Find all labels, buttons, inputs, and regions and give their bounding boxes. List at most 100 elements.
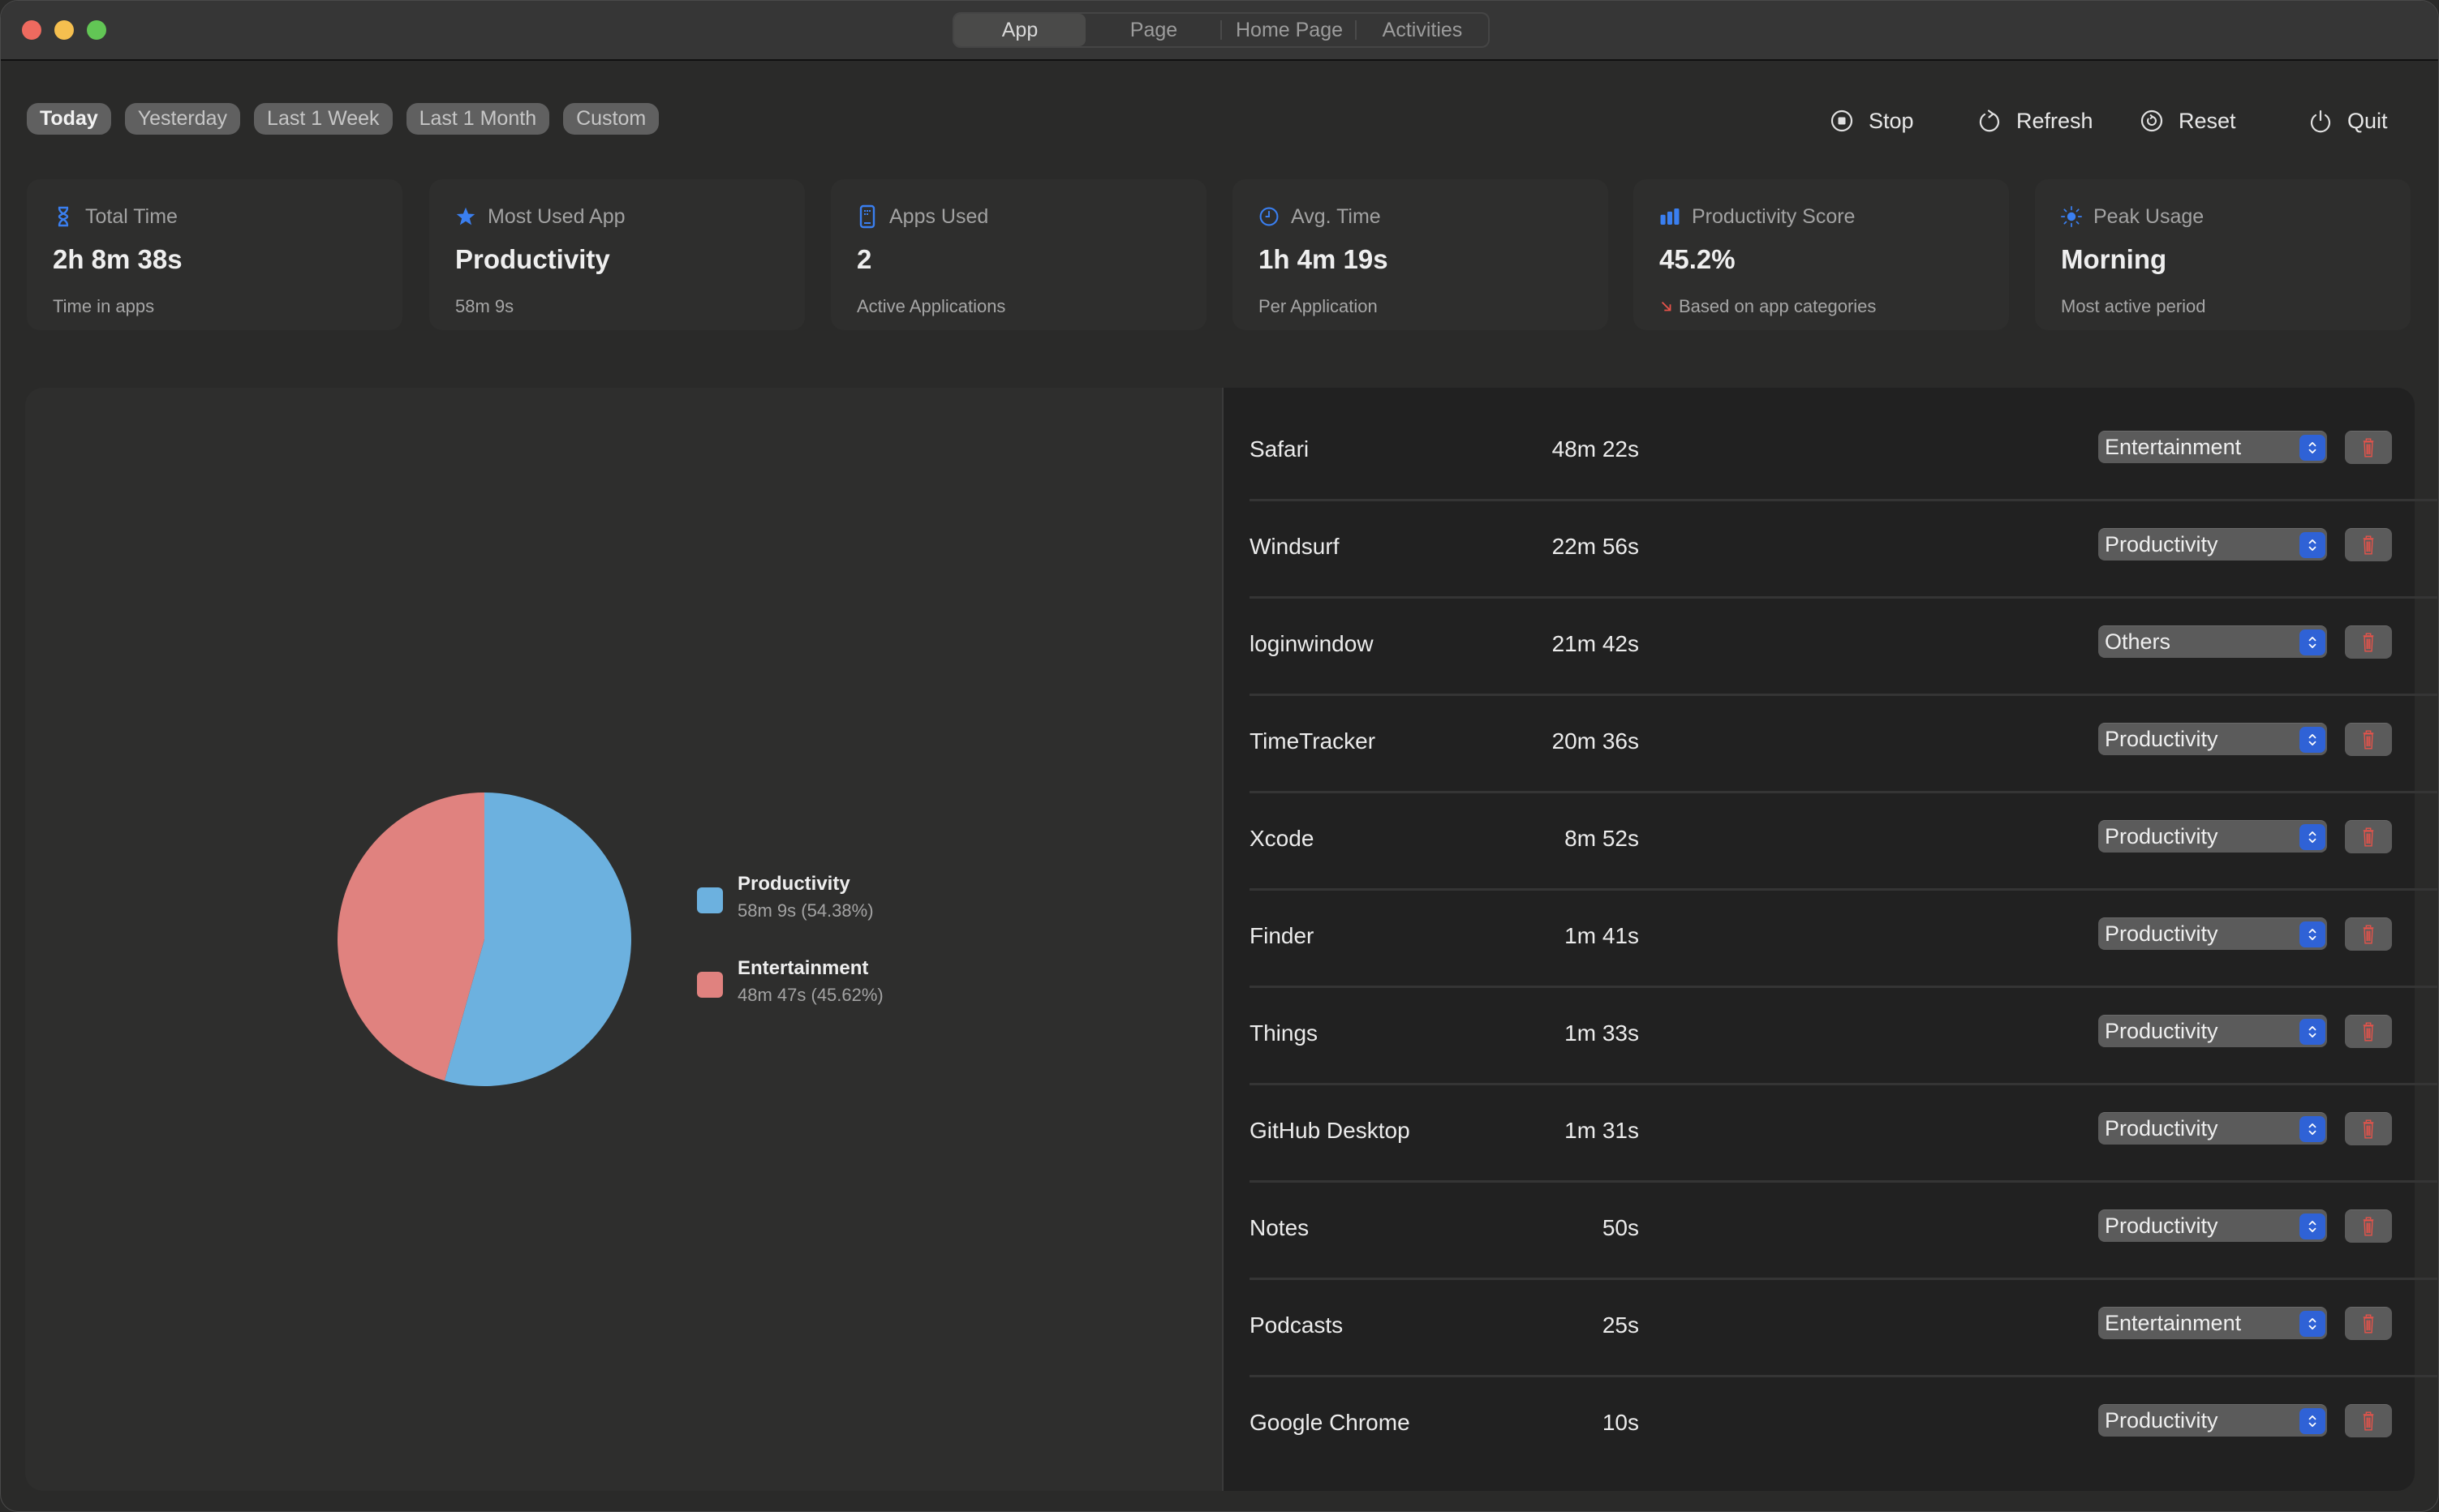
card-subtitle: Per Application	[1258, 296, 1378, 316]
category-value: Productivity	[2105, 1019, 2218, 1043]
trash-icon	[2363, 438, 2374, 457]
card-value: Productivity	[455, 244, 610, 274]
card-apps-used: Apps Used 2 Active Applications	[831, 179, 1207, 330]
delete-app-button[interactable]	[2345, 723, 2392, 756]
delete-app-button[interactable]	[2345, 1015, 2392, 1048]
card-subtitle: Time in apps	[53, 296, 155, 316]
delete-app-button[interactable]	[2345, 431, 2392, 464]
chevron-up-down-icon	[2299, 921, 2325, 947]
card-peak-usage: Peak Usage Morning Most active period	[2035, 179, 2411, 330]
filter-last-1-week[interactable]: Last 1 Week	[254, 103, 393, 135]
category-value: Productivity	[2105, 1213, 2218, 1238]
category-select[interactable]: Productivity	[2098, 723, 2327, 755]
app-time: 1m 33s	[1564, 1020, 1639, 1046]
tab-home-page-label: Home Page	[1235, 18, 1344, 41]
app-name: Finder	[1250, 923, 1314, 948]
category-select[interactable]: Entertainment	[2098, 431, 2327, 463]
minimize-window-button[interactable]	[54, 20, 74, 40]
category-value: Productivity	[2105, 727, 2218, 751]
card-most-used-app: Most Used App Productivity 58m 9s	[429, 179, 805, 330]
card-title: Apps Used	[889, 204, 989, 228]
quit-button[interactable]: Quit	[2308, 105, 2388, 137]
delete-app-button[interactable]	[2345, 1307, 2392, 1340]
category-pie-chart	[338, 793, 632, 1086]
card-value: Morning	[2061, 244, 2167, 274]
category-select[interactable]: Productivity	[2098, 1015, 2327, 1047]
app-name: Xcode	[1250, 826, 1314, 851]
refresh-label: Refresh	[2016, 108, 2093, 133]
category-select[interactable]: Entertainment	[2098, 1307, 2327, 1339]
app-row: Notes 50s Productivity	[1225, 1183, 2437, 1280]
app-row: loginwindow 21m 42s Others	[1225, 599, 2437, 696]
delete-app-button[interactable]	[2345, 1112, 2392, 1145]
category-select[interactable]: Productivity	[2098, 820, 2327, 853]
tab-activities[interactable]: Activities	[1357, 14, 1488, 46]
category-select[interactable]: Productivity	[2098, 1209, 2327, 1242]
app-row: Windsurf 22m 56s Productivity	[1225, 501, 2437, 599]
filter-custom[interactable]: Custom	[563, 103, 660, 135]
tab-app[interactable]: App	[954, 14, 1086, 46]
stop-label: Stop	[1869, 108, 1914, 133]
trash-icon	[2363, 730, 2374, 750]
delete-app-button[interactable]	[2345, 917, 2392, 951]
app-time: 48m 22s	[1551, 436, 1639, 462]
delete-app-button[interactable]	[2345, 528, 2392, 561]
star-icon	[456, 207, 475, 226]
sun-icon	[2061, 206, 2082, 227]
chevron-up-down-icon	[2299, 1311, 2325, 1337]
view-segmented-control: App Page Home Page Activities	[953, 12, 1490, 48]
delete-app-button[interactable]	[2345, 1404, 2392, 1437]
stop-button[interactable]: Stop	[1830, 105, 1914, 137]
filter-last-1-month[interactable]: Last 1 Month	[406, 103, 550, 135]
category-select[interactable]: Productivity	[2098, 917, 2327, 950]
legend-detail: 48m 47s (45.62%)	[738, 985, 884, 1005]
app-name: Google Chrome	[1250, 1410, 1410, 1435]
tab-home-page[interactable]: Home Page	[1222, 14, 1357, 46]
filter-today[interactable]: Today	[27, 103, 111, 135]
tab-app-label: App	[1001, 18, 1039, 41]
reset-button[interactable]: Reset	[2140, 105, 2236, 137]
category-value: Entertainment	[2105, 1311, 2242, 1335]
filter-yesterday[interactable]: Yesterday	[124, 103, 241, 135]
app-row: Finder 1m 41s Productivity	[1225, 891, 2437, 988]
maximize-window-button[interactable]	[87, 20, 106, 40]
app-time: 22m 56s	[1551, 534, 1639, 559]
legend-label: Productivity	[738, 873, 850, 895]
close-window-button[interactable]	[22, 20, 41, 40]
card-value: 1h 4m 19s	[1258, 244, 1388, 274]
trash-icon	[2363, 1217, 2374, 1236]
app-row: Things 1m 33s Productivity	[1225, 988, 2437, 1085]
delete-app-button[interactable]	[2345, 820, 2392, 853]
card-title: Total Time	[85, 204, 178, 228]
title-bar: App Page Home Page Activities	[1, 1, 2438, 61]
card-subtitle: Active Applications	[857, 296, 1006, 316]
delete-app-button[interactable]	[2345, 1209, 2392, 1243]
tab-page[interactable]: Page	[1086, 14, 1222, 46]
chart-legend: Productivity 58m 9s (54.38%) Entertainme…	[697, 873, 884, 1042]
legend-label: Entertainment	[738, 957, 869, 979]
chevron-up-down-icon	[2299, 1116, 2325, 1142]
category-value: Productivity	[2105, 532, 2218, 556]
refresh-button[interactable]: Refresh	[1977, 105, 2093, 137]
quit-label: Quit	[2347, 108, 2388, 133]
app-name: Windsurf	[1250, 534, 1340, 559]
card-value: 2	[857, 244, 872, 274]
app-window: App Page Home Page Activities Today Yest…	[0, 0, 2439, 1512]
app-name: Notes	[1250, 1215, 1310, 1240]
reset-icon	[2140, 110, 2163, 132]
delete-app-button[interactable]	[2345, 625, 2392, 659]
app-grid-icon	[859, 204, 875, 229]
chevron-up-down-icon	[2299, 629, 2325, 655]
hourglass-icon	[58, 206, 69, 227]
category-select[interactable]: Productivity	[2098, 528, 2327, 561]
tab-activities-label: Activities	[1382, 18, 1463, 41]
category-value: Productivity	[2105, 1116, 2218, 1140]
chevron-up-down-icon	[2299, 1019, 2325, 1045]
category-select[interactable]: Productivity	[2098, 1112, 2327, 1145]
category-select[interactable]: Others	[2098, 625, 2327, 658]
refresh-icon	[1979, 110, 1999, 132]
app-time: 21m 42s	[1551, 631, 1639, 656]
card-title: Most Used App	[488, 204, 626, 228]
trash-icon	[2363, 1314, 2374, 1334]
category-select[interactable]: Productivity	[2098, 1404, 2327, 1437]
